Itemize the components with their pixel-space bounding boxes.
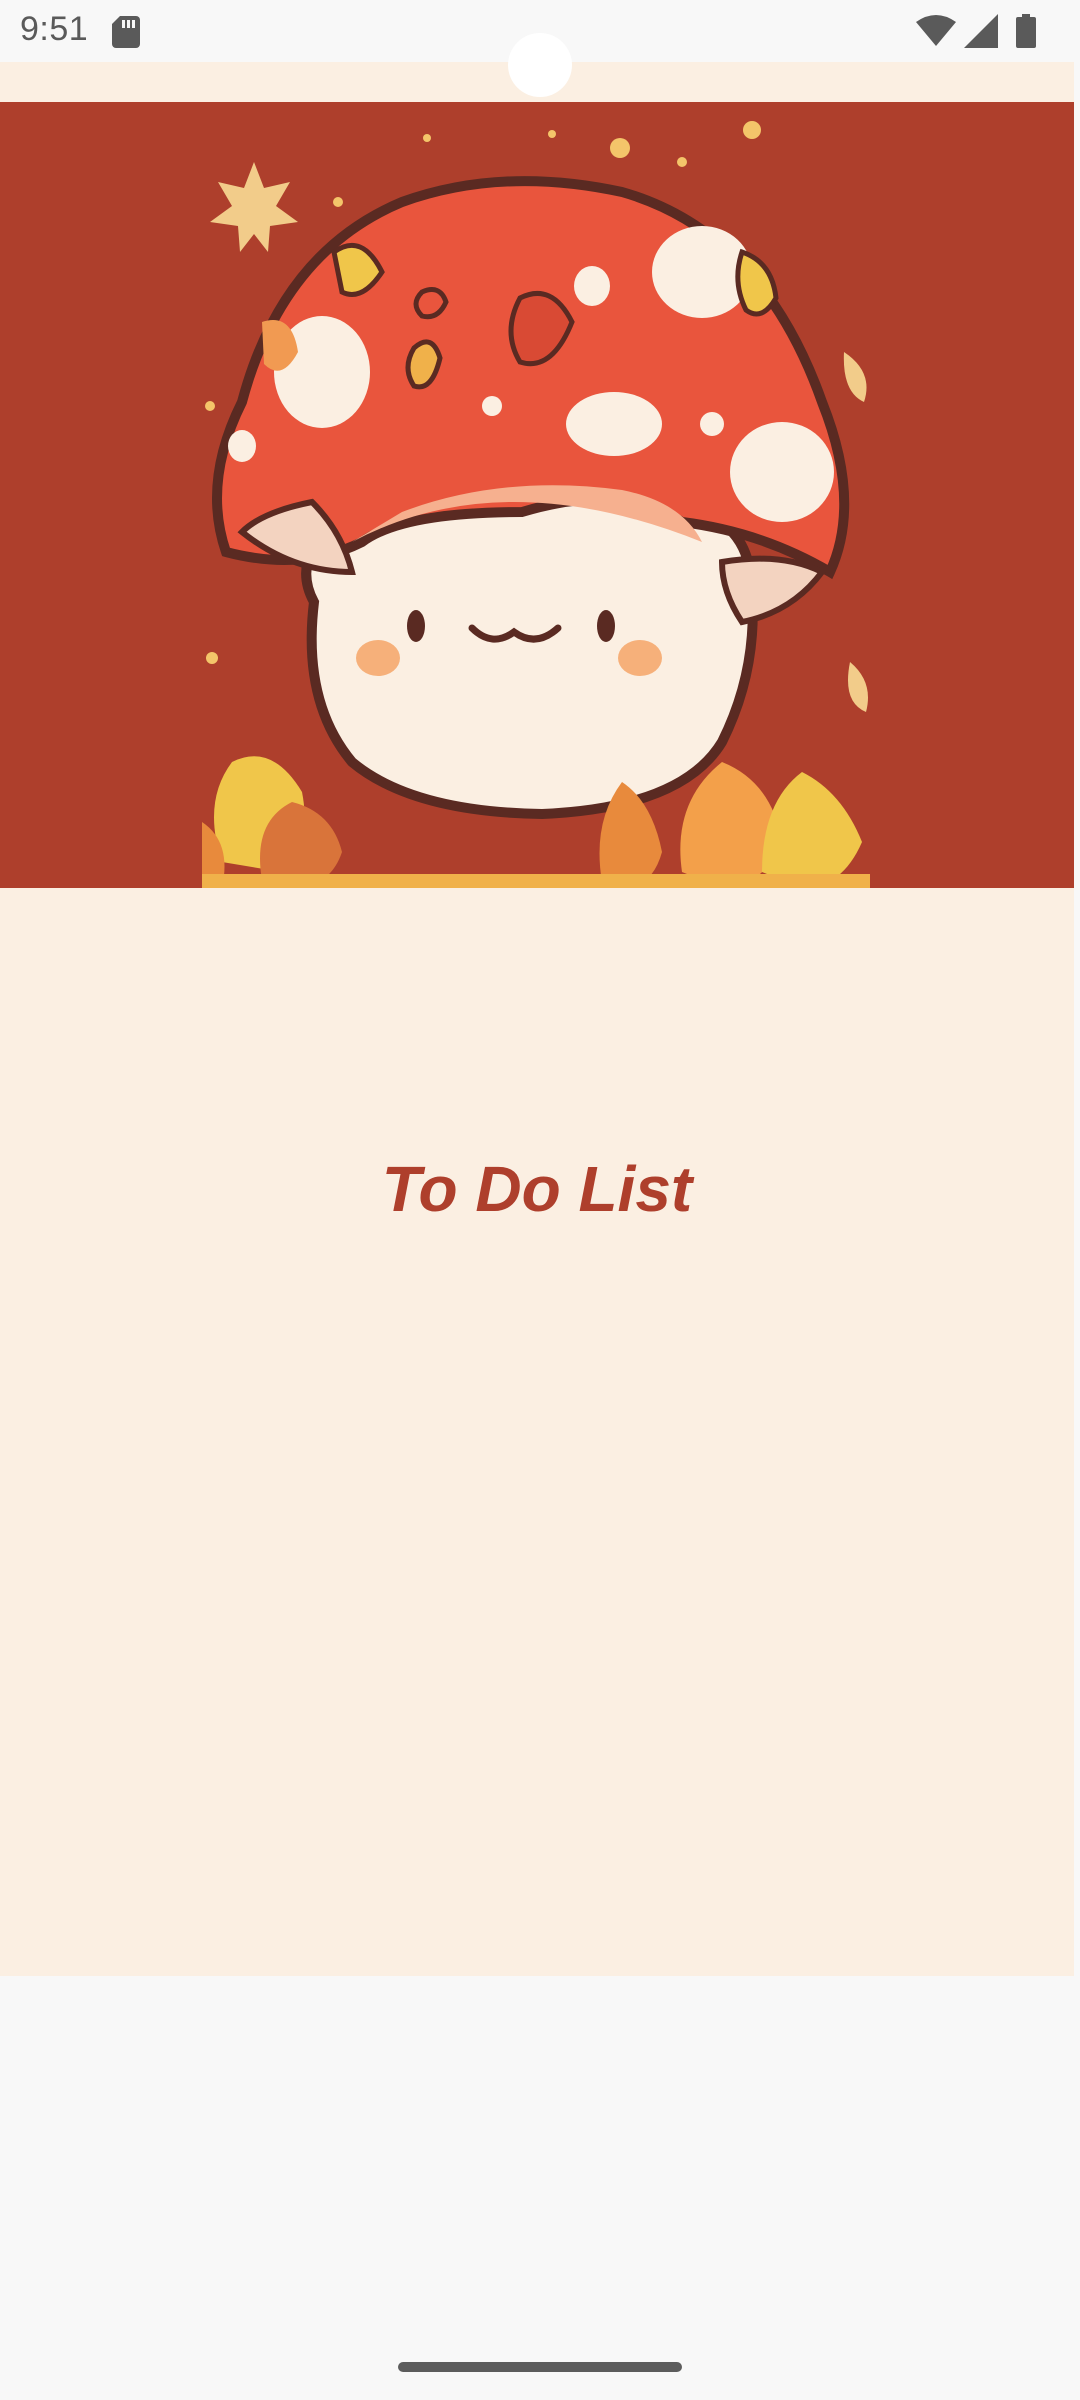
home-indicator[interactable] bbox=[398, 2362, 682, 2372]
camera-cutout bbox=[508, 33, 572, 97]
signal-icon bbox=[964, 14, 998, 48]
mushroom-illustration bbox=[202, 121, 870, 888]
page-title: To Do List bbox=[381, 1153, 693, 1225]
wifi-icon bbox=[916, 15, 956, 46]
app-content: To Do List bbox=[0, 62, 1074, 1976]
status-time: 9:51 bbox=[20, 10, 89, 48]
battery-icon bbox=[1016, 14, 1036, 48]
sd-card-icon bbox=[112, 16, 140, 48]
banner bbox=[0, 102, 1074, 888]
phone-screen: 9:51 To Do List bbox=[0, 0, 1080, 2400]
